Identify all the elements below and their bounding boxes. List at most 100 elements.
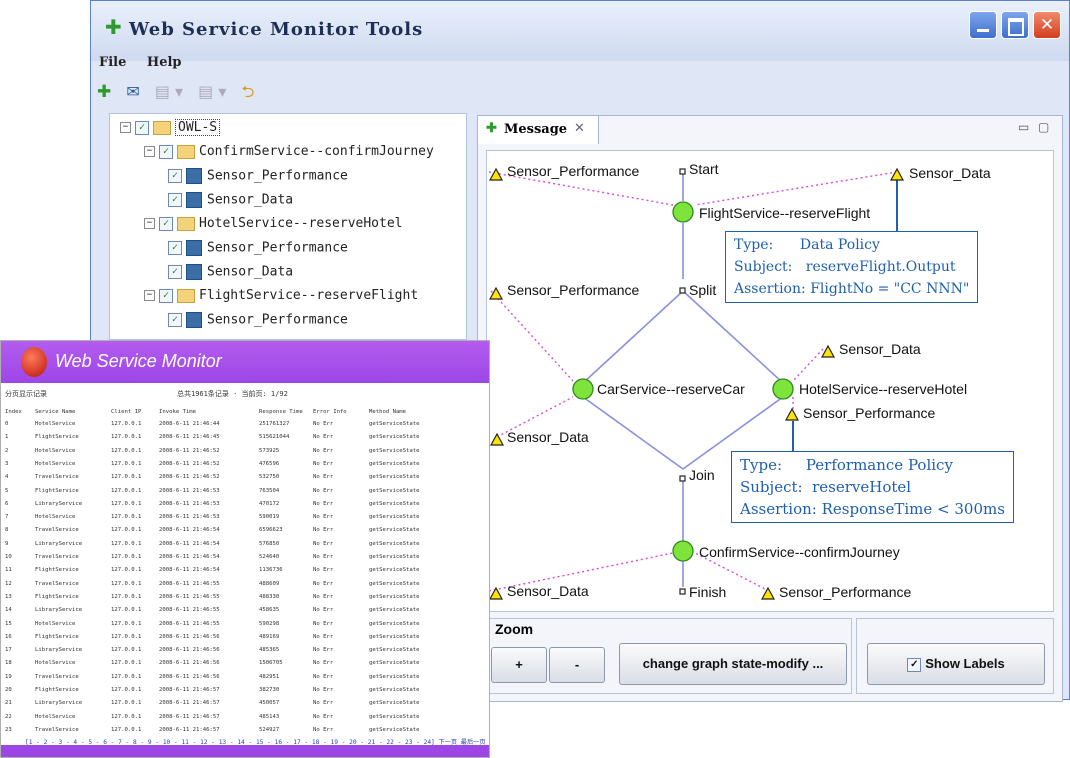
- flight-service-node[interactable]: FlightService--reserveFlight: [699, 205, 870, 221]
- sensor-icon: [186, 264, 202, 280]
- table-cell: 127.0.0.1: [111, 607, 142, 614]
- tab-message[interactable]: ✚ Message ✕: [478, 116, 599, 144]
- menu-file[interactable]: File: [99, 55, 126, 70]
- folder-icon: [153, 120, 171, 135]
- tree-node-label: FlightService--reserveFlight: [199, 288, 419, 303]
- back-icon[interactable]: ⮌: [242, 82, 255, 101]
- tree-checkbox[interactable]: ✓: [135, 120, 149, 135]
- sensor-performance-label[interactable]: Sensor_Performance: [803, 405, 935, 421]
- tree-node-label: Sensor_Performance: [207, 240, 348, 256]
- pane-minimize-icon[interactable]: ▭: [1018, 120, 1029, 134]
- collapse-icon[interactable]: −: [120, 122, 131, 133]
- table-cell: 127.0.0.1: [111, 726, 142, 733]
- sensor-data-label[interactable]: Sensor_Data: [909, 165, 991, 181]
- tree-checkbox[interactable]: ✓: [168, 193, 182, 207]
- log-table: Index Service Name Client IP Invoke Time Res…: [1, 405, 489, 735]
- tree-node[interactable]: − ✓ HotelService--reserveHotel: [144, 216, 403, 231]
- tree-checkbox[interactable]: ✓: [159, 288, 173, 303]
- add-icon[interactable]: ✚: [97, 82, 111, 102]
- table-cell: 482951: [259, 673, 280, 680]
- doc-icon[interactable]: ▤ ▾: [155, 82, 183, 101]
- tree-checkbox[interactable]: ✓: [168, 265, 182, 279]
- table-cell: 0: [5, 421, 9, 427]
- tree-node[interactable]: − ✓ OWL-S: [120, 119, 221, 136]
- folder-icon: [177, 288, 195, 303]
- table-cell: No Err: [313, 434, 334, 441]
- data-policy-box[interactable]: Type: Data Policy Subject: reserveFlight…: [725, 231, 979, 303]
- tree-node[interactable]: − ✓ ConfirmService--confirmJourney: [144, 144, 434, 159]
- menu-help[interactable]: Help: [147, 55, 182, 70]
- performance-policy-box[interactable]: Type: Performance Policy Subject: reserv…: [731, 451, 1014, 523]
- table-cell: 6: [5, 500, 9, 507]
- sensor-performance-label[interactable]: Sensor_Performance: [507, 282, 639, 298]
- table-cell: No Err: [313, 687, 334, 693]
- confirm-service-node[interactable]: ConfirmService--confirmJourney: [699, 544, 900, 560]
- apple-logo-icon: [21, 347, 47, 377]
- hotel-service-node[interactable]: HotelService--reserveHotel: [799, 381, 967, 397]
- monitor-subtitle-left: 分页显示记录: [5, 390, 47, 398]
- table-cell: 489169: [259, 633, 280, 640]
- finish-node-label[interactable]: Finish: [689, 584, 726, 600]
- zoom-out-button[interactable]: -: [549, 647, 605, 683]
- close-tab-icon[interactable]: ✕: [574, 121, 585, 136]
- tree-checkbox[interactable]: ✓: [168, 313, 182, 327]
- tree-node[interactable]: ✓ Sensor_Data: [168, 264, 293, 280]
- tree-node[interactable]: ✓ Sensor_Performance: [168, 168, 348, 184]
- doc2-icon[interactable]: ▤ ▾: [198, 82, 226, 101]
- table-cell: 2008-6-11 21:46:57: [159, 687, 220, 693]
- table-cell: 2: [5, 447, 9, 454]
- table-cell: 4: [5, 474, 9, 481]
- policy-type-value: Performance Policy: [805, 456, 953, 474]
- collapse-icon[interactable]: −: [144, 290, 155, 301]
- table-cell: 524640: [259, 554, 280, 560]
- collapse-icon[interactable]: −: [144, 146, 155, 157]
- tree-node[interactable]: ✓ Sensor_Data: [168, 192, 293, 208]
- sensor-performance-label[interactable]: Sensor_Performance: [779, 584, 911, 600]
- tree-checkbox[interactable]: ✓: [168, 241, 182, 255]
- maximize-button[interactable]: [1001, 11, 1029, 39]
- sensor-data-label[interactable]: Sensor_Data: [507, 583, 589, 599]
- table-cell: 127.0.0.1: [111, 580, 142, 587]
- policy-assertion-value: FlightNo = "CC NNN": [810, 281, 970, 297]
- zoom-in-button[interactable]: +: [491, 647, 547, 683]
- collapse-icon[interactable]: −: [144, 218, 155, 229]
- tree-checkbox[interactable]: ✓: [159, 216, 173, 231]
- column-header: Service Name: [35, 409, 76, 415]
- table-cell: 12: [5, 580, 12, 587]
- car-service-node[interactable]: CarService--reserveCar: [597, 381, 745, 397]
- tree-node[interactable]: ✓ Sensor_Performance: [168, 240, 348, 256]
- table-cell: 6596623: [259, 527, 283, 534]
- tree-node[interactable]: ✓ Sensor_Performance: [168, 312, 348, 328]
- table-cell: getServiceState: [369, 567, 420, 574]
- table-cell: getServiceState: [369, 607, 420, 614]
- close-window-button[interactable]: ✕: [1033, 11, 1061, 39]
- table-cell: 450057: [259, 700, 280, 707]
- start-node-label[interactable]: Start: [689, 161, 719, 177]
- table-cell: LibraryService: [35, 607, 83, 614]
- show-labels-checkbox[interactable]: ✓ Show Labels: [867, 643, 1045, 685]
- table-cell: 2008-6-11 21:46:55: [159, 580, 220, 587]
- join-node-label[interactable]: Join: [689, 467, 715, 483]
- sensor-data-label[interactable]: Sensor_Data: [839, 341, 921, 357]
- table-cell: HotelService: [35, 660, 76, 667]
- sensor-performance-label[interactable]: Sensor_Performance: [507, 163, 639, 179]
- table-cell: 2008-6-11 21:46:52: [159, 447, 220, 454]
- table-cell: 382730: [259, 687, 280, 693]
- change-graph-state-button[interactable]: change graph state-modify ...: [619, 643, 847, 685]
- split-node-label[interactable]: Split: [689, 282, 716, 298]
- tree-checkbox[interactable]: ✓: [159, 144, 173, 159]
- minimize-button[interactable]: [969, 11, 997, 39]
- table-cell: 2008-6-11 21:46:44: [159, 421, 220, 427]
- column-header: Error Info: [313, 409, 347, 415]
- table-cell: 127.0.0.1: [111, 687, 142, 693]
- table-cell: getServiceState: [369, 554, 420, 560]
- table-cell: 23: [5, 726, 12, 733]
- show-labels-check-icon[interactable]: ✓: [907, 657, 922, 672]
- pane-maximize-icon[interactable]: ▢: [1038, 120, 1049, 134]
- tree-node[interactable]: − ✓ FlightService--reserveFlight: [144, 288, 418, 303]
- table-cell: 2008-6-11 21:46:56: [159, 673, 220, 680]
- mail-icon[interactable]: ✉: [126, 82, 139, 101]
- sensor-data-label[interactable]: Sensor_Data: [507, 429, 589, 445]
- table-cell: No Err: [313, 500, 334, 507]
- tree-checkbox[interactable]: ✓: [168, 169, 182, 183]
